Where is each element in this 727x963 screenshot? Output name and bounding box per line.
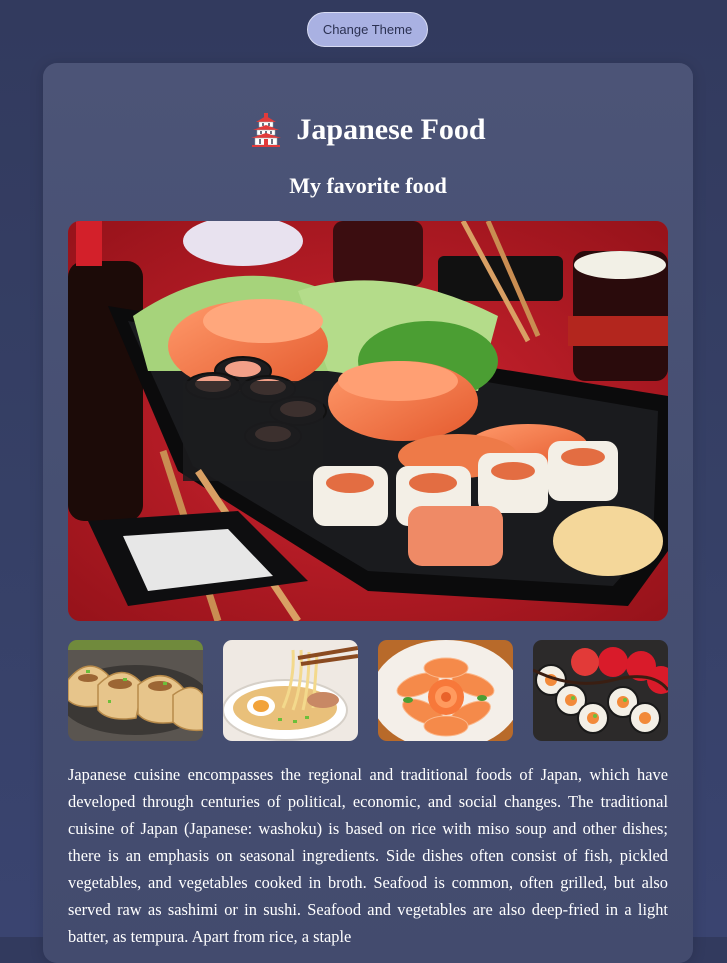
sushi-rolls-photo[interactable] (533, 640, 668, 741)
pagoda-icon (250, 113, 282, 147)
food-description: Japanese cuisine encompasses the regiona… (68, 765, 668, 946)
salmon-rose-photo[interactable] (378, 640, 513, 741)
ramen-photo[interactable] (223, 640, 358, 741)
food-card: Japanese Food My favorite food Japanese … (43, 63, 693, 963)
thumbnail-gallery (68, 640, 668, 741)
gyoza-photo[interactable] (68, 640, 203, 741)
page-subtitle: My favorite food (289, 173, 447, 198)
page-title: Japanese Food (296, 113, 486, 146)
page-title-row: Japanese Food (43, 113, 693, 147)
sushi-boat-photo (68, 221, 668, 621)
change-theme-button[interactable]: Change Theme (307, 12, 428, 47)
